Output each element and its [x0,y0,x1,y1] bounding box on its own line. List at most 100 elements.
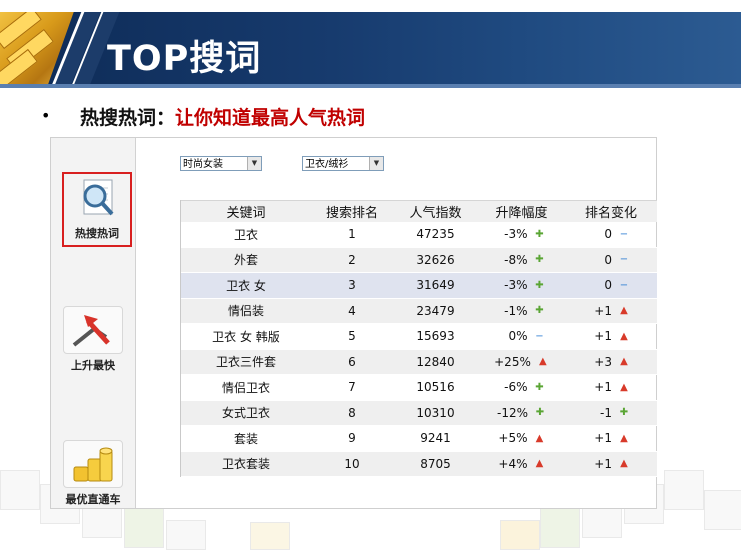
index-cell: 23479 [416,303,455,318]
up-arrow-icon: ▲ [620,458,628,470]
rank-change-cell: +1 ▲ [565,426,657,451]
table-row[interactable]: 情侣卫衣 7 10516 -6% ✚ +1 ▲ [181,375,657,401]
down-arrow-icon: ✚ [535,407,545,419]
index-cell: 9241 [420,431,451,446]
gold-coins-icon [63,440,123,488]
sidebar-item-label: 热搜热词 [75,227,119,240]
table-row[interactable]: 卫衣套装 10 8705 +4% ▲ +1 ▲ [181,451,657,477]
keyword-cell[interactable]: 卫衣 [181,222,311,247]
keyword-cell[interactable]: 套装 [181,426,311,451]
sidebar-item-best-ad[interactable]: 最优直通车 [59,440,127,507]
table-row[interactable]: 外套 2 32626 -8% ✚ 0− [181,247,657,273]
up-arrow-icon: ▲ [620,432,628,444]
rank-change-value: +1 [594,380,612,395]
rank-change-value: +1 [594,303,612,318]
rank-change-cell: 0− [565,222,657,247]
column-header: 人气指数 [409,206,462,221]
subtitle-highlight: 让你知道最高人气热词 [175,107,366,129]
index-cell: 8705 [420,456,451,471]
change-value: +5% [498,431,528,446]
table-row[interactable]: 女式卫衣 8 10310 -12% ✚ -1 ✚ [181,400,657,426]
keyword-cell[interactable]: 女式卫衣 [181,401,311,426]
down-arrow-icon: ✚ [535,254,544,266]
keyword-cell[interactable]: 卫衣 女 韩版 [181,324,311,349]
table-row[interactable]: 卫衣三件套 6 12840 +25% ▲ +3 ▲ [181,349,657,375]
down-arrow-icon: ✚ [535,279,544,291]
down-arrow-icon: ✚ [619,407,629,419]
rising-arrow-icon [63,306,123,354]
page-title: TOP搜词 [107,39,262,79]
sidebar-item-hot-search[interactable]: 热搜热词 [62,172,132,247]
banner-bottom-stripe [0,84,741,88]
table-row[interactable]: 卫衣 女 3 31649 -3% ✚ 0− [181,273,657,299]
up-arrow-icon: ▲ [539,356,547,368]
sidebar-item-rising[interactable]: 上升最快 [59,306,127,373]
chevron-down-icon[interactable]: ▼ [247,157,261,170]
keyword-cell[interactable]: 卫衣 女 [181,273,311,298]
rank-cell: 6 [348,354,356,369]
change-cell: -3% ✚ [478,273,565,298]
index-cell: 32626 [416,252,455,267]
rank-cell: 2 [348,252,356,267]
column-header: 升降幅度 [495,206,548,221]
change-cell: -1% ✚ [478,299,565,324]
table-row[interactable]: 卫衣 1 47235 -3% ✚ 0− [181,222,657,248]
rank-change-value: 0 [604,278,612,293]
subtitle-prefix: 热搜热词： [80,107,176,129]
header-banner: TOP搜词 [0,0,741,88]
keyword-cell[interactable]: 外套 [181,248,311,273]
index-cell: 10516 [416,380,455,395]
rank-change-value: +3 [594,354,612,369]
keyword-cell[interactable]: 卫衣三件套 [181,350,311,375]
rank-cell: 7 [348,380,356,395]
rank-cell: 3 [348,278,356,293]
change-cell: +4% ▲ [478,452,565,477]
rank-change-value: 0 [604,227,612,242]
change-cell: 0% − [478,324,565,349]
table-row[interactable]: 卫衣 女 韩版 5 15693 0% − +1 ▲ [181,324,657,350]
rank-change-cell: +1 ▲ [565,299,657,324]
column-header: 搜索排名 [325,206,378,221]
category-select-value: 时尚女装 [183,159,223,170]
table-row[interactable]: 情侣装 4 23479 -1% ✚ +1 ▲ [181,298,657,324]
change-cell: -12% ✚ [478,401,565,426]
change-cell: -3% ✚ [478,222,565,247]
index-cell: 10310 [416,405,455,420]
keyword-table: 关键词 搜索排名 人气指数 升降幅度 排名变化 卫衣 1 47235 -3% ✚ 0− 外套… [180,200,657,477]
change-value: -8% [504,252,528,267]
chevron-down-icon[interactable]: ▼ [369,157,383,170]
column-header: 排名变化 [584,206,637,221]
up-arrow-icon: ▲ [620,330,628,342]
down-arrow-icon: ✚ [535,305,544,317]
rank-cell: 8 [348,405,356,420]
rank-change-cell: +1 ▲ [565,324,657,349]
keyword-cell[interactable]: 情侣卫衣 [181,375,311,400]
dash-icon: − [619,279,629,291]
change-cell: -8% ✚ [478,248,565,273]
rank-cell: 10 [344,456,360,471]
subcategory-select-value: 卫衣/绒衫 [305,159,349,170]
change-cell: +25% ▲ [478,350,565,375]
up-arrow-icon: ▲ [535,458,544,470]
keyword-cell[interactable]: 卫衣套装 [181,452,311,477]
change-value: -1% [504,303,528,318]
index-cell: 47235 [416,227,455,242]
change-value: +4% [498,456,528,471]
up-arrow-icon: ▲ [620,381,628,393]
table-body: 卫衣 1 47235 -3% ✚ 0− 外套 2 32626 -8% ✚ 0− 卫衣 女 3 31649 -3… [181,222,657,477]
dash-icon: − [619,228,629,240]
keyword-cell[interactable]: 情侣装 [181,299,311,324]
keyword-panel: 热搜热词 上升最快 最优直通车 时尚女装 ▼ 卫衣/绒衫 ▼ 关键词 搜索排名 … [50,137,657,509]
change-value: 0% [508,329,528,344]
table-row[interactable]: 套装 9 9241 +5% ▲ +1 ▲ [181,426,657,452]
rank-cell: 4 [348,303,356,318]
category-select[interactable]: 时尚女装 ▼ [180,156,262,171]
rank-change-cell: +1 ▲ [565,452,657,477]
subcategory-select[interactable]: 卫衣/绒衫 ▼ [302,156,384,171]
rank-change-cell: +3 ▲ [565,350,657,375]
rank-change-cell: 0− [565,248,657,273]
rank-cell: 9 [348,431,356,446]
subtitle: 热搜热词：让你知道最高人气热词 [80,103,365,130]
up-arrow-icon: ▲ [620,305,628,317]
rank-change-cell: -1 ✚ [565,401,657,426]
